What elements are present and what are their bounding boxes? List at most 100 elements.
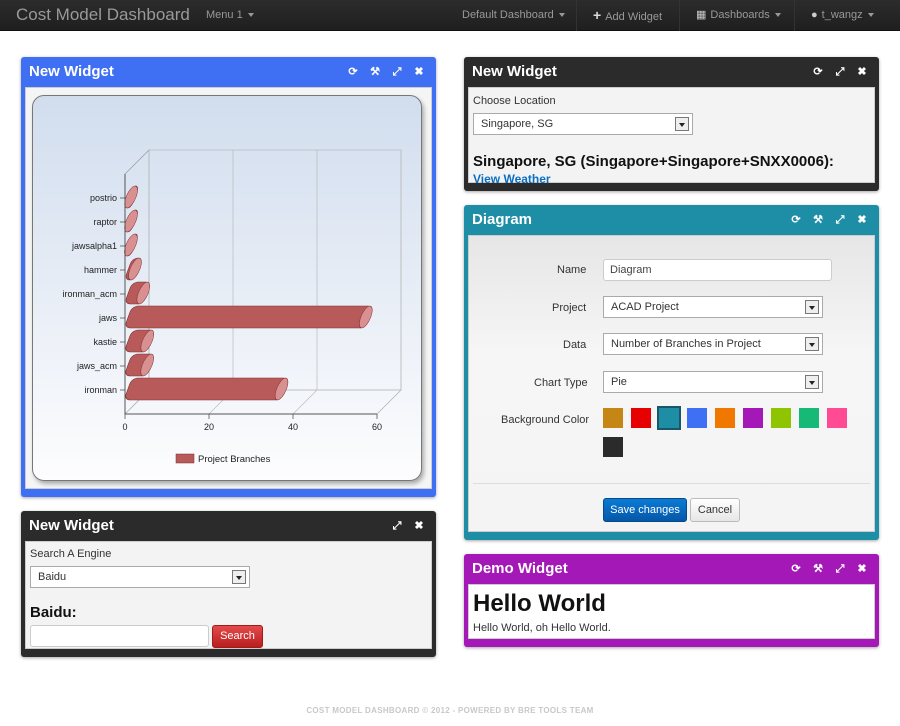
engine-heading: Baidu: bbox=[30, 604, 77, 621]
widget-title: Demo Widget bbox=[472, 560, 568, 577]
widget-header: New Widget ⤢ ✖ bbox=[25, 511, 432, 541]
y-tick-label: jaws_acm bbox=[76, 361, 117, 371]
chart-widget: New Widget ⟳ ⚒ ⤢ ✖ 0 20 40 60 postrio raptor j… bbox=[21, 57, 436, 497]
default-dashboard-dropdown[interactable]: Default Dashboard bbox=[462, 0, 565, 31]
x-tick-label: 40 bbox=[288, 422, 298, 432]
dashboards-label: Dashboards bbox=[710, 9, 770, 21]
dashboards-dropdown[interactable]: ▦ Dashboards bbox=[696, 0, 781, 31]
user-icon: ● bbox=[811, 9, 818, 21]
color-swatch[interactable] bbox=[631, 408, 651, 428]
widget-title: New Widget bbox=[472, 63, 557, 80]
refresh-icon[interactable]: ⟳ bbox=[811, 65, 825, 79]
search-button[interactable]: Search bbox=[212, 625, 263, 648]
data-label: Data bbox=[563, 339, 587, 351]
save-changes-button[interactable]: Save changes bbox=[603, 498, 687, 522]
x-tick-label: 0 bbox=[122, 422, 127, 432]
close-icon[interactable]: ✖ bbox=[412, 519, 426, 533]
background-color-label: Background Color bbox=[501, 414, 590, 426]
menu-1-dropdown[interactable]: Menu 1 bbox=[206, 0, 254, 31]
engine-selected-value: Baidu bbox=[38, 571, 67, 583]
close-icon[interactable]: ✖ bbox=[855, 562, 869, 576]
nav-divider bbox=[794, 0, 795, 31]
choose-location-label: Choose Location bbox=[473, 95, 556, 107]
widget-header: Diagram ⟳ ⚒ ⤢ ✖ bbox=[468, 205, 875, 235]
chevron-down-icon bbox=[805, 375, 819, 389]
wrench-icon[interactable]: ⚒ bbox=[368, 65, 382, 79]
color-swatch[interactable] bbox=[715, 408, 735, 428]
project-label: Project bbox=[552, 302, 587, 314]
close-icon[interactable]: ✖ bbox=[855, 213, 869, 227]
user-label: t_wangz bbox=[821, 9, 863, 21]
color-swatch[interactable] bbox=[827, 408, 847, 428]
close-icon[interactable]: ✖ bbox=[412, 65, 426, 79]
form-divider bbox=[473, 483, 870, 484]
y-tick-label: ironman bbox=[84, 385, 117, 395]
cancel-button[interactable]: Cancel bbox=[690, 498, 740, 522]
demo-heading: Hello World bbox=[473, 590, 606, 617]
expand-icon[interactable]: ⤢ bbox=[390, 65, 404, 79]
chevron-down-icon bbox=[805, 337, 819, 351]
diagram-form: Name Diagram Project ACAD Project Data N… bbox=[468, 235, 875, 532]
color-swatch[interactable] bbox=[799, 408, 819, 428]
close-icon[interactable]: ✖ bbox=[855, 65, 869, 79]
default-dashboard-label: Default Dashboard bbox=[462, 9, 554, 21]
add-widget-button[interactable]: + Add Widget bbox=[593, 0, 662, 31]
grid-icon: ▦ bbox=[696, 9, 707, 21]
bar-chart: 0 20 40 60 postrio raptor jawsalpha1 hammer iron… bbox=[62, 149, 402, 465]
y-tick-label: jawsalpha1 bbox=[71, 241, 117, 251]
location-select[interactable]: Singapore, SG bbox=[473, 113, 693, 135]
widget-header: New Widget ⟳ ⚒ ⤢ ✖ bbox=[25, 57, 432, 87]
nav-divider bbox=[679, 0, 680, 31]
y-tick-label: kastie bbox=[93, 337, 117, 347]
x-tick-label: 20 bbox=[204, 422, 214, 432]
refresh-icon[interactable]: ⟳ bbox=[789, 562, 803, 576]
color-swatch[interactable] bbox=[657, 406, 681, 430]
refresh-icon[interactable]: ⟳ bbox=[346, 65, 360, 79]
project-selected-value: ACAD Project bbox=[611, 301, 679, 313]
location-selected-value: Singapore, SG bbox=[481, 118, 554, 130]
top-navbar: Cost Model Dashboard Menu 1 Default Dash… bbox=[0, 0, 900, 31]
widget-tools: ⟳ ⚒ ⤢ ✖ bbox=[346, 65, 426, 79]
refresh-icon[interactable]: ⟳ bbox=[789, 213, 803, 227]
widget-tools: ⤢ ✖ bbox=[390, 519, 426, 533]
page-footer: COST MODEL DASHBOARD © 2012 - POWERED BY… bbox=[306, 706, 594, 715]
color-swatch[interactable] bbox=[771, 408, 791, 428]
color-swatch[interactable] bbox=[743, 408, 763, 428]
chevron-down-icon bbox=[805, 300, 819, 314]
widget-tools: ⟳ ⤢ ✖ bbox=[811, 65, 869, 79]
color-swatch[interactable] bbox=[603, 437, 623, 457]
bar bbox=[125, 377, 289, 401]
widget-body: Search A Engine Baidu Baidu: Search bbox=[25, 541, 432, 649]
widget-body: 0 20 40 60 postrio raptor jawsalpha1 hammer iron… bbox=[25, 87, 432, 489]
view-weather-link[interactable]: View Weather bbox=[473, 172, 551, 186]
chart-type-select[interactable]: Pie bbox=[603, 371, 823, 393]
name-input[interactable]: Diagram bbox=[603, 259, 832, 281]
y-tick-label: ironman_acm bbox=[62, 289, 117, 299]
user-dropdown[interactable]: ● t_wangz bbox=[811, 0, 874, 31]
brand-title[interactable]: Cost Model Dashboard bbox=[16, 5, 190, 25]
widget-title: New Widget bbox=[29, 517, 114, 534]
y-tick-label: jaws bbox=[98, 313, 118, 323]
expand-icon[interactable]: ⤢ bbox=[833, 213, 847, 227]
wrench-icon[interactable]: ⚒ bbox=[811, 213, 825, 227]
data-select[interactable]: Number of Branches in Project bbox=[603, 333, 823, 355]
diagram-widget: Diagram ⟳ ⚒ ⤢ ✖ Name Diagram Project ACA… bbox=[464, 205, 879, 540]
expand-icon[interactable]: ⤢ bbox=[833, 562, 847, 576]
name-label: Name bbox=[557, 264, 587, 276]
gridline bbox=[292, 389, 318, 415]
chart-panel: 0 20 40 60 postrio raptor jawsalpha1 hammer iron… bbox=[32, 95, 422, 481]
color-swatch[interactable] bbox=[687, 408, 707, 428]
color-swatch[interactable] bbox=[603, 408, 623, 428]
expand-icon[interactable]: ⤢ bbox=[390, 519, 404, 533]
chevron-down-icon bbox=[247, 13, 254, 18]
expand-icon[interactable]: ⤢ bbox=[833, 65, 847, 79]
engine-select[interactable]: Baidu bbox=[30, 566, 250, 588]
search-widget: New Widget ⤢ ✖ Search A Engine Baidu Bai… bbox=[21, 511, 436, 657]
widget-title: New Widget bbox=[29, 63, 114, 80]
search-engine-label: Search A Engine bbox=[30, 548, 112, 560]
y-tick-label: hammer bbox=[84, 265, 117, 275]
search-input[interactable] bbox=[30, 625, 209, 647]
project-select[interactable]: ACAD Project bbox=[603, 296, 823, 318]
chevron-down-icon bbox=[675, 117, 689, 131]
wrench-icon[interactable]: ⚒ bbox=[811, 562, 825, 576]
